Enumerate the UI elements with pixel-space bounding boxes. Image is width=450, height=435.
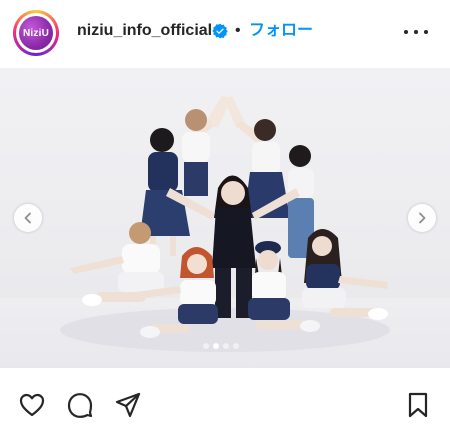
more-dot (404, 30, 408, 34)
post-header: NiziU niziu_info_official • フォロー (0, 0, 450, 68)
chevron-left-icon (24, 212, 31, 224)
header-separator: • (235, 22, 241, 39)
group-photo (60, 96, 390, 352)
post-action-bar (0, 378, 450, 428)
follow-button[interactable]: フォロー (249, 21, 313, 41)
chevron-right-icon (419, 212, 426, 224)
carousel-dot (203, 343, 209, 349)
carousel-indicator (203, 343, 239, 349)
more-dot (414, 30, 418, 34)
carousel-dot (223, 343, 229, 349)
bookmark-icon[interactable] (404, 391, 432, 419)
heart-icon[interactable] (18, 391, 46, 419)
carousel-dot (233, 343, 239, 349)
more-dot (424, 30, 428, 34)
more-options-icon[interactable] (404, 22, 428, 42)
avatar[interactable]: NiziU (16, 13, 56, 53)
username-link[interactable]: niziu_info_official (77, 21, 212, 41)
paper-plane-icon[interactable] (114, 391, 142, 419)
carousel-dot-active (213, 343, 219, 349)
avatar-logo: NiziU (19, 16, 53, 50)
story-ring[interactable]: NiziU (13, 10, 59, 56)
carousel-next-button[interactable] (408, 204, 436, 232)
post-media-carousel[interactable] (0, 68, 450, 368)
instagram-post: NiziU niziu_info_official • フォロー (0, 0, 450, 435)
verified-badge-icon (212, 23, 228, 39)
comment-icon[interactable] (66, 391, 94, 419)
carousel-prev-button[interactable] (14, 204, 42, 232)
